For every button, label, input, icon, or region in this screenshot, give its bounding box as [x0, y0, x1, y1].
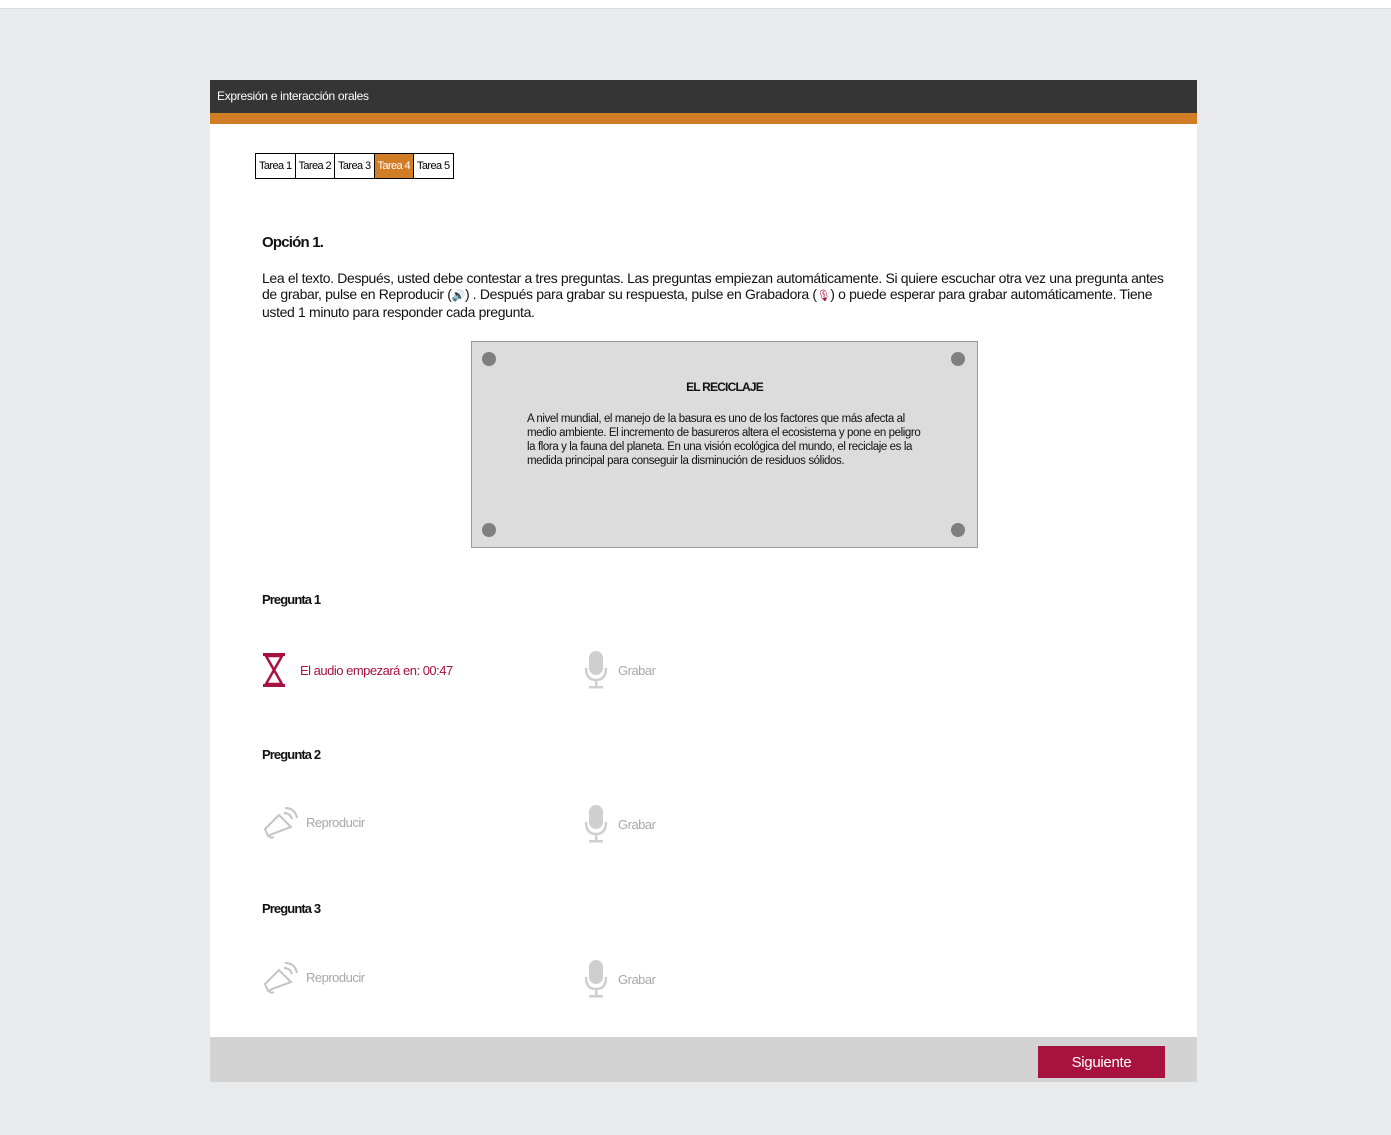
- question-2-title: Pregunta 2: [262, 747, 321, 762]
- record-label: Grabar: [618, 971, 656, 987]
- instructions-part-2: ) . Después para grabar su respuesta, pu…: [464, 286, 817, 302]
- tab-tarea-2[interactable]: Tarea 2: [295, 154, 335, 178]
- speaker-icon: 🔊: [451, 290, 466, 302]
- question-2-record-button[interactable]: Grabar: [584, 804, 656, 844]
- microphone-icon: [584, 651, 608, 689]
- tab-tarea-3[interactable]: Tarea 3: [335, 154, 375, 178]
- section-title: Expresión e interacción orales: [217, 89, 369, 103]
- exam-panel: Expresión e interacción orales Tarea 1 T…: [210, 80, 1197, 1082]
- countdown-label: El audio empezará en: 00:47: [300, 662, 453, 678]
- question-1-record-button[interactable]: Grabar: [584, 650, 656, 690]
- tab-tarea-1[interactable]: Tarea 1: [256, 154, 296, 178]
- header-accent-bar: [210, 113, 1197, 124]
- section-header: Expresión e interacción orales: [210, 80, 1197, 113]
- tab-tarea-4[interactable]: Tarea 4: [374, 154, 414, 178]
- question-1-countdown: El audio empezará en: 00:47: [262, 652, 453, 688]
- bolt-icon: [482, 523, 496, 537]
- speaker-icon: [263, 962, 298, 994]
- footer-bar: Siguiente: [210, 1037, 1197, 1082]
- instructions: Lea el texto. Después, usted debe contes…: [262, 270, 1172, 320]
- hourglass-icon: [263, 653, 285, 687]
- reading-title: EL RECICLAJE: [686, 380, 764, 394]
- question-3-record-button[interactable]: Grabar: [584, 959, 656, 999]
- record-label: Grabar: [618, 816, 656, 832]
- next-button[interactable]: Siguiente: [1038, 1046, 1165, 1078]
- speaker-icon: [263, 807, 298, 839]
- browser-top-strip: [0, 0, 1391, 9]
- task-tabs: Tarea 1 Tarea 2 Tarea 3 Tarea 4 Tarea 5: [255, 153, 454, 179]
- bolt-icon: [951, 523, 965, 537]
- tab-tarea-5[interactable]: Tarea 5: [414, 154, 453, 178]
- question-3-title: Pregunta 3: [262, 901, 321, 916]
- option-title: Opción 1.: [262, 234, 324, 251]
- bolt-icon: [951, 352, 965, 366]
- question-1-title: Pregunta 1: [262, 592, 321, 607]
- question-2-play-button[interactable]: Reproducir: [262, 804, 365, 840]
- record-label: Grabar: [618, 662, 656, 678]
- bolt-icon: [482, 352, 496, 366]
- microphone-icon: [584, 805, 608, 843]
- reading-text: A nivel mundial, el manejo de la basura …: [527, 413, 921, 467]
- microphone-icon: 🎙: [816, 290, 831, 302]
- play-label: Reproducir: [306, 969, 365, 985]
- microphone-icon: [584, 960, 608, 998]
- question-3-play-button[interactable]: Reproducir: [262, 959, 365, 995]
- play-label: Reproducir: [306, 814, 365, 830]
- reading-card: EL RECICLAJE A nivel mundial, el manejo …: [471, 341, 978, 548]
